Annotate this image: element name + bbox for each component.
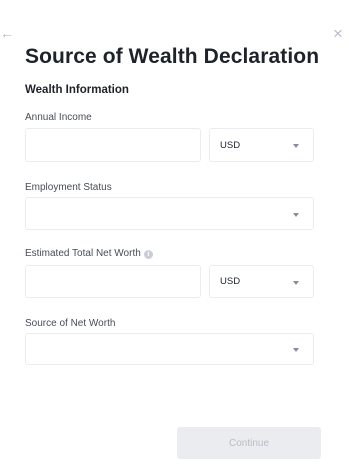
chevron-down-icon	[293, 348, 299, 352]
chevron-down-icon	[293, 144, 299, 148]
employment-status-select[interactable]	[25, 197, 314, 230]
net-worth-currency-select[interactable]: USD	[209, 265, 314, 298]
net-worth-label-text: Estimated Total Net Worth	[25, 248, 141, 259]
net-worth-field[interactable]	[25, 265, 201, 298]
close-icon[interactable]: ×	[333, 25, 347, 42]
annual-income-currency-select[interactable]: USD	[209, 128, 314, 162]
net-worth-label: Estimated Total Net Worth i	[25, 248, 153, 259]
chevron-down-icon	[293, 280, 299, 285]
continue-button[interactable]: Continue	[177, 427, 321, 459]
net-worth-currency-value: USD	[220, 276, 241, 287]
annual-income-input[interactable]	[26, 129, 200, 161]
annual-income-label: Annual Income	[25, 112, 92, 123]
source-of-net-worth-select[interactable]	[25, 333, 314, 365]
net-worth-input[interactable]	[26, 266, 200, 297]
section-title: Wealth Information	[25, 84, 129, 96]
dialog-title: Source of Wealth Declaration	[25, 45, 320, 68]
source-of-net-worth-label: Source of Net Worth	[25, 318, 116, 329]
employment-status-label: Employment Status	[25, 182, 112, 193]
chevron-down-icon	[293, 212, 299, 217]
back-arrow-icon[interactable]: ←	[0, 26, 14, 40]
info-icon[interactable]: i	[143, 250, 153, 259]
annual-income-currency-value: USD	[220, 139, 241, 151]
annual-income-field[interactable]	[25, 128, 201, 162]
